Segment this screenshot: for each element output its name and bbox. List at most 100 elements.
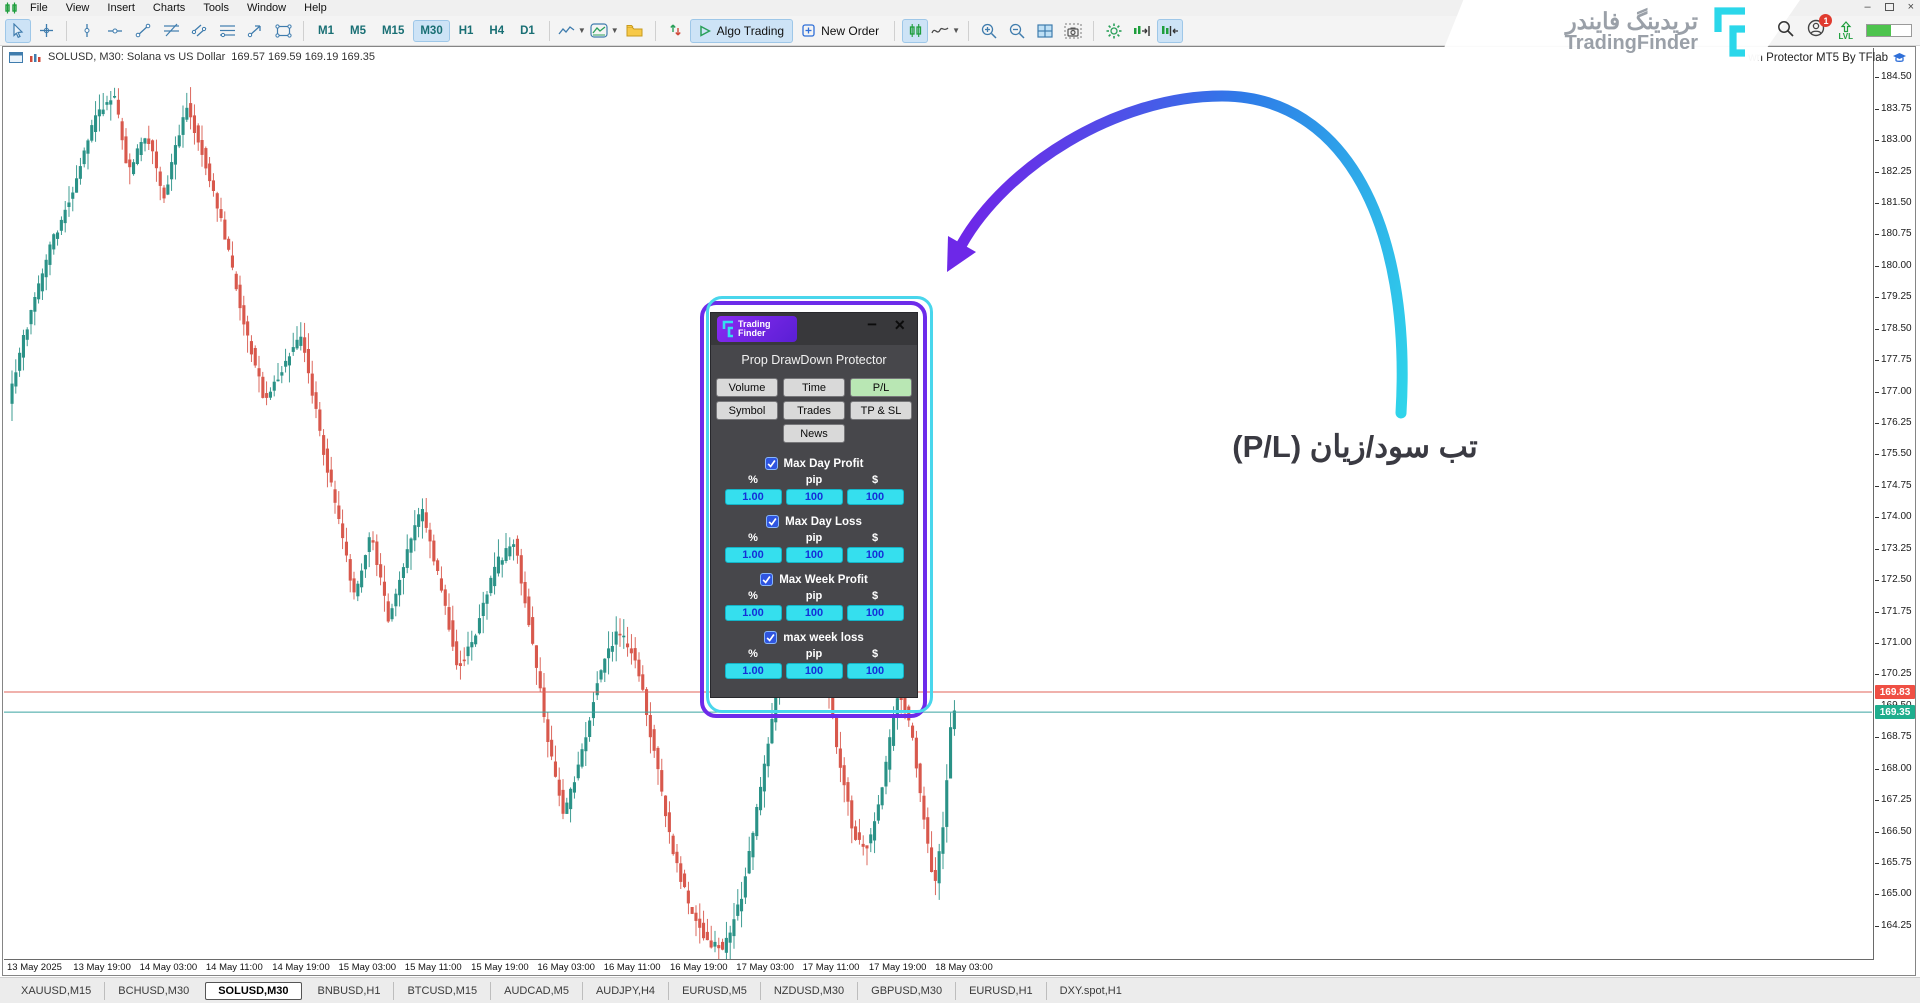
panel-tab-news[interactable]: News bbox=[783, 424, 845, 443]
candlestick-chart-button[interactable] bbox=[902, 18, 929, 43]
shapes-tool-button[interactable] bbox=[270, 19, 296, 43]
arrow-tool-button[interactable] bbox=[242, 19, 268, 43]
timeframe-m30[interactable]: M30 bbox=[413, 19, 450, 42]
graduation-cap-icon[interactable] bbox=[1892, 52, 1907, 64]
new-order-button[interactable]: New Order bbox=[793, 19, 888, 43]
input-max-day-profit-pip[interactable]: 100 bbox=[785, 489, 843, 505]
zoom-out-button[interactable] bbox=[1004, 19, 1030, 43]
settings-gear-button[interactable] bbox=[1101, 19, 1127, 43]
section-label: max week loss bbox=[783, 631, 864, 644]
symbol-tab-btcusd-m15[interactable]: BTCUSD,M15 bbox=[393, 981, 490, 1000]
menu-tools[interactable]: Tools bbox=[194, 1, 238, 15]
menu-help[interactable]: Help bbox=[295, 1, 336, 15]
input-max-day-profit-[interactable]: 1.00 bbox=[724, 489, 782, 505]
input-max-week-profit-pip[interactable]: 100 bbox=[785, 605, 843, 621]
profile-icon[interactable]: 1 bbox=[1807, 14, 1833, 42]
timeframe-h4[interactable]: H4 bbox=[482, 20, 511, 42]
panel-tab-symbol[interactable]: Symbol bbox=[716, 401, 778, 420]
menu-file[interactable]: File bbox=[21, 1, 57, 15]
input-max-day-loss-pip[interactable]: 100 bbox=[785, 547, 843, 563]
minimize-window-icon[interactable]: – bbox=[1864, 1, 1870, 13]
templates-folder-button[interactable] bbox=[622, 19, 648, 43]
symbol-tab-audjpy-h4[interactable]: AUDJPY,H4 bbox=[581, 981, 668, 1000]
timeframe-m5[interactable]: M5 bbox=[343, 20, 373, 42]
tile-windows-button[interactable] bbox=[1032, 19, 1058, 43]
shift-end-right-button[interactable] bbox=[1129, 19, 1155, 43]
symbol-tab-eurusd-h1[interactable]: EURUSD,H1 bbox=[955, 981, 1046, 1000]
chart-area[interactable] bbox=[4, 48, 1872, 960]
price-tick: 183.00 bbox=[1875, 134, 1912, 146]
column-header: $ bbox=[871, 648, 879, 660]
checkbox-max-day-loss[interactable] bbox=[766, 515, 780, 528]
restore-window-icon[interactable] bbox=[1884, 3, 1894, 11]
screenshot-camera-button[interactable] bbox=[1060, 19, 1086, 43]
horizontal-line-tool-button[interactable] bbox=[102, 19, 128, 43]
symbol-tab-nzdusd-m30[interactable]: NZDUSD,M30 bbox=[759, 981, 857, 1000]
line-chart-button[interactable]: ▼ bbox=[930, 19, 961, 43]
fibonacci-tool-button[interactable] bbox=[158, 19, 184, 43]
input-max-day-loss-[interactable]: 100 bbox=[846, 547, 904, 563]
symbol-tab-xauusd-m15[interactable]: XAUUSD,M15 bbox=[8, 982, 104, 1000]
symbol-tab-bnbusd-h1[interactable]: BNBUSD,H1 bbox=[305, 982, 394, 1000]
timeframe-h1[interactable]: H1 bbox=[452, 20, 481, 42]
algo-trading-button[interactable]: Algo Trading bbox=[689, 18, 794, 43]
panel-section-max-week-loss: max week loss% pip $1.00 100 100 bbox=[711, 630, 917, 679]
chart-type-button[interactable]: ▼ bbox=[557, 19, 587, 43]
channel-tool-button[interactable] bbox=[186, 19, 212, 43]
input-max-week-profit-[interactable]: 100 bbox=[846, 605, 904, 621]
timeframe-m1[interactable]: M1 bbox=[311, 20, 341, 42]
menu-view[interactable]: View bbox=[57, 1, 99, 15]
input-max-week-loss-[interactable]: 100 bbox=[846, 663, 904, 679]
panel-close-button[interactable]: × bbox=[894, 315, 905, 336]
level-indicator[interactable]: LVL bbox=[1838, 20, 1853, 41]
panel-tab-p-l[interactable]: P/L bbox=[850, 378, 912, 397]
panel-tab-tp-sl[interactable]: TP & SL bbox=[850, 401, 912, 420]
input-max-day-loss-[interactable]: 1.00 bbox=[724, 547, 782, 563]
panel-tab-time[interactable]: Time bbox=[783, 378, 845, 397]
candlestick-chart bbox=[4, 87, 1872, 960]
checkbox-max-week-loss[interactable] bbox=[764, 631, 778, 644]
crosshair-tool-button[interactable] bbox=[33, 19, 59, 43]
input-max-week-loss-[interactable]: 1.00 bbox=[724, 663, 782, 679]
time-axis[interactable]: 13 May 2025 13 May 19:00 14 May 03:00 14 Ma… bbox=[4, 959, 1874, 974]
panel-tab-volume[interactable]: Volume bbox=[716, 378, 778, 397]
search-icon[interactable] bbox=[1777, 20, 1795, 42]
panel-tab-trades[interactable]: Trades bbox=[783, 401, 845, 420]
timeframe-m15[interactable]: M15 bbox=[375, 20, 411, 42]
menu-items: File View Insert Charts Tools Window Help bbox=[21, 2, 336, 14]
toolbar-separator bbox=[66, 20, 67, 41]
time-tick: 14 May 11:00 bbox=[205, 962, 263, 973]
trendline-tool-button[interactable] bbox=[130, 19, 156, 43]
tradingfinder-watermark: تریدینگ فایندر TradingFinder bbox=[1438, 0, 1800, 63]
menu-insert[interactable]: Insert bbox=[98, 1, 144, 15]
input-max-day-profit-[interactable]: 100 bbox=[846, 489, 904, 505]
symbol-tab-eurusd-m5[interactable]: EURUSD,M5 bbox=[668, 981, 760, 1000]
column-header: % bbox=[748, 590, 758, 602]
timeframe-d1[interactable]: D1 bbox=[513, 20, 542, 42]
time-tick: 18 May 03:00 bbox=[935, 962, 993, 973]
depth-of-market-button[interactable] bbox=[663, 19, 689, 43]
shift-chart-left-button[interactable] bbox=[1157, 18, 1183, 43]
price-tick: 172.50 bbox=[1875, 574, 1912, 586]
symbol-tab-solusd-m30[interactable]: SOLUSD,M30 bbox=[205, 981, 302, 1000]
checkbox-max-week-profit[interactable] bbox=[760, 573, 774, 586]
menu-window[interactable]: Window bbox=[238, 1, 295, 15]
checkbox-max-day-profit[interactable] bbox=[764, 457, 778, 470]
price-axis[interactable]: 169.83 169.35 184.50 183.75 183.00 182.25 18… bbox=[1873, 48, 1915, 960]
price-tick: 179.25 bbox=[1875, 291, 1912, 303]
zoom-in-button[interactable] bbox=[976, 19, 1002, 43]
cursor-tool-button[interactable] bbox=[5, 18, 31, 43]
symbol-tab-gbpusd-m30[interactable]: GBPUSD,M30 bbox=[857, 981, 955, 1000]
menu-charts[interactable]: Charts bbox=[144, 1, 194, 15]
panel-minimize-button[interactable]: − bbox=[867, 315, 877, 335]
close-window-icon[interactable]: × bbox=[1908, 1, 1914, 13]
symbol-tab-bchusd-m30[interactable]: BCHUSD,M30 bbox=[104, 981, 202, 1000]
input-max-week-profit-[interactable]: 1.00 bbox=[724, 605, 782, 621]
vertical-line-tool-button[interactable] bbox=[74, 19, 100, 43]
indicators-button[interactable]: ▼ bbox=[589, 19, 620, 43]
column-header: % bbox=[748, 532, 758, 544]
input-max-week-loss-pip[interactable]: 100 bbox=[785, 663, 843, 679]
symbol-tab-dxy-spot-h1[interactable]: DXY.spot,H1 bbox=[1045, 981, 1135, 1000]
equidistant-lines-tool-button[interactable] bbox=[214, 19, 240, 43]
symbol-tab-audcad-m5[interactable]: AUDCAD,M5 bbox=[490, 981, 582, 1000]
